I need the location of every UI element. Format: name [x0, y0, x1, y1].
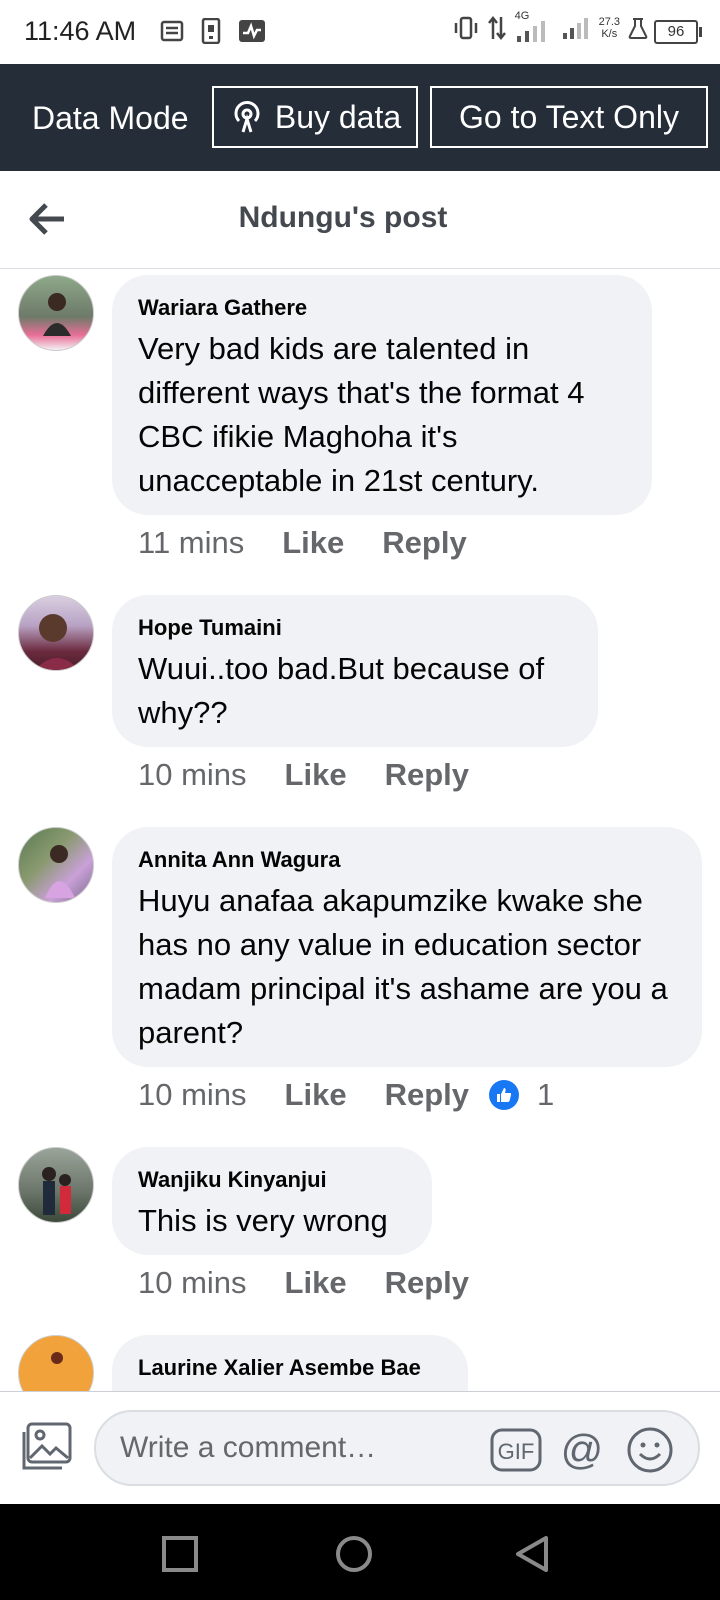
comment-time: 10 mins	[138, 1077, 247, 1112]
comment-text: This is very wrong	[138, 1203, 388, 1238]
svg-text:GIF: GIF	[498, 1439, 535, 1464]
status-notification-icons	[160, 18, 266, 44]
comment-bubble[interactable]: Annita Ann Wagura Huyu anafaa akapumzike…	[112, 827, 702, 1067]
comment-author[interactable]: Wanjiku Kinyanjui	[138, 1167, 406, 1193]
comment-author[interactable]: Laurine Xalier Asembe Bae	[138, 1355, 442, 1381]
like-button[interactable]: Like	[285, 757, 347, 793]
reply-button[interactable]: Reply	[385, 1265, 469, 1301]
comment-author[interactable]: Annita Ann Wagura	[138, 847, 676, 873]
comments-list[interactable]: Wariara Gathere Very bad kids are talent…	[0, 269, 720, 1391]
svg-text:@: @	[561, 1426, 604, 1473]
activity-icon	[239, 20, 265, 42]
status-bar: 11:46 AM 4G 27.3 K/s 96	[0, 0, 720, 64]
flask-icon	[628, 18, 648, 39]
vibrate-icon	[454, 16, 477, 40]
signal-icon	[562, 18, 588, 39]
avatar[interactable]	[18, 1147, 94, 1223]
thumbs-up-icon	[489, 1080, 519, 1110]
recents-icon[interactable]	[160, 1534, 200, 1574]
mention-icon[interactable]: @	[558, 1426, 606, 1474]
comment-author[interactable]: Hope Tumaini	[138, 615, 572, 641]
avatar[interactable]	[18, 275, 94, 351]
comment-time: 10 mins	[138, 1265, 247, 1300]
comment-meta: 11 mins Like Reply	[138, 525, 505, 561]
comment-bubble[interactable]: Hope Tumaini Wuui..too bad.But because o…	[112, 595, 598, 747]
reaction-count: 1	[537, 1077, 555, 1112]
comment-time: 10 mins	[138, 757, 247, 792]
like-button[interactable]: Like	[285, 1077, 347, 1113]
comment-bubble[interactable]: Wariara Gathere Very bad kids are talent…	[112, 275, 652, 515]
avatar[interactable]	[18, 595, 94, 671]
comment-bubble[interactable]: Wanjiku Kinyanjui This is very wrong	[112, 1147, 432, 1255]
comment-meta: 10 mins Like Reply	[138, 757, 507, 793]
comment-input[interactable]	[118, 1430, 482, 1466]
comment-text: Huyu anafaa akapumzike kwake she has no …	[138, 883, 668, 1050]
network-speed: 27.3 K/s	[598, 16, 620, 40]
post-header: Ndungu's post	[0, 171, 720, 269]
comment-author[interactable]: Wariara Gathere	[138, 295, 626, 321]
comment-meta: 10 mins Like Reply	[138, 1265, 507, 1301]
comment-time: 11 mins	[138, 525, 245, 560]
like-button[interactable]: Like	[282, 525, 344, 561]
reply-button[interactable]: Reply	[385, 757, 469, 793]
comment-text: Very bad kids are talented in different …	[138, 331, 585, 498]
go-to-text-only-label: Go to Text Only	[459, 98, 679, 135]
avatar[interactable]	[18, 1335, 94, 1391]
reply-button[interactable]: Reply	[382, 525, 466, 561]
avatar[interactable]	[18, 827, 94, 903]
photo-icon[interactable]	[20, 1422, 74, 1472]
comment-box[interactable]: GIF @	[94, 1410, 700, 1486]
signal-icon: 4G	[515, 10, 553, 42]
buy-data-label: Buy data	[274, 98, 402, 135]
sim-icon	[201, 18, 221, 44]
emoji-icon[interactable]	[626, 1426, 674, 1474]
buy-data-button[interactable]: Buy data	[212, 86, 418, 148]
gif-icon[interactable]: GIF	[490, 1426, 542, 1474]
broadcast-icon	[234, 101, 260, 133]
page-title: Ndungu's post	[238, 201, 448, 234]
comment-meta: 10 mins Like Reply 1	[138, 1077, 554, 1113]
data-mode-label: Data Mode	[32, 100, 189, 136]
status-system-icons: 4G 27.3 K/s	[453, 10, 648, 42]
comment-composer: GIF @	[0, 1391, 720, 1505]
comment-bubble[interactable]: Laurine Xalier Asembe Bae	[112, 1335, 468, 1391]
status-time: 11:46 AM	[24, 16, 137, 46]
battery-icon: 96	[654, 20, 702, 44]
reaction-summary[interactable]: 1	[489, 1077, 554, 1113]
home-icon[interactable]	[334, 1534, 374, 1574]
message-icon	[160, 20, 184, 42]
data-arrows-icon	[487, 15, 506, 41]
go-to-text-only-button[interactable]: Go to Text Only	[430, 86, 708, 148]
reply-button[interactable]: Reply	[385, 1077, 469, 1113]
back-icon[interactable]	[512, 1534, 552, 1574]
system-navigation-bar	[0, 1504, 720, 1600]
data-mode-banner: Data Mode Buy data Go to Text Only	[0, 64, 720, 171]
comment-text: Wuui..too bad.But because of why??	[138, 651, 545, 730]
like-button[interactable]: Like	[285, 1265, 347, 1301]
